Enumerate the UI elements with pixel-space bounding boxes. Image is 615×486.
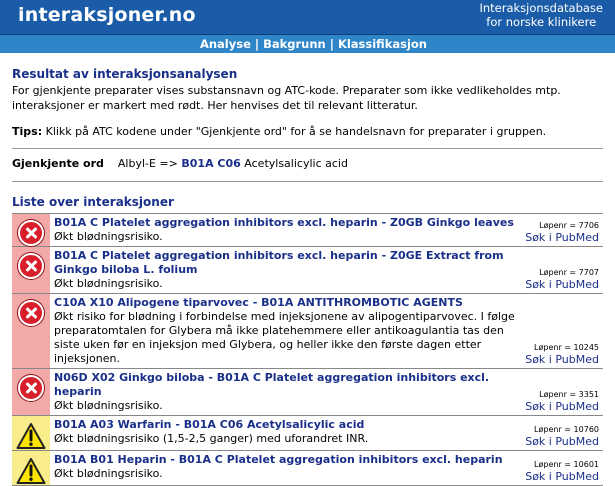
nav-separator: | xyxy=(254,37,260,51)
stop-x-icon xyxy=(18,220,44,246)
warning-icon xyxy=(16,423,46,449)
pubmed-link[interactable]: Søk i PubMed xyxy=(525,353,599,366)
lopenr: Løpenr = 3351 xyxy=(539,390,599,399)
interaction-body: B01A C Platelet aggregation inhibitors e… xyxy=(50,247,603,293)
interaction-meta: Løpenr = 10245 Søk i PubMed xyxy=(525,342,599,366)
pubmed-link[interactable]: Søk i PubMed xyxy=(525,470,599,483)
severity-cell xyxy=(12,416,50,450)
intro-text: For gjenkjente preparater vises substans… xyxy=(12,84,561,112)
recognized-label: Gjenkjente ord xyxy=(12,157,104,170)
interaction-row: B01A A03 Warfarin - B01A C06 Acetylsalic… xyxy=(12,416,603,451)
pubmed-link[interactable]: Søk i PubMed xyxy=(525,231,599,244)
interaction-meta: Løpenr = 3351 Søk i PubMed xyxy=(525,389,599,413)
warning-icon xyxy=(16,458,46,484)
interaction-body: B01A C Platelet aggregation inhibitors e… xyxy=(50,214,603,246)
lopenr: Løpenr = 7706 xyxy=(539,221,599,230)
tips-text: Klikk på ATC kodene under "Gjenkjente or… xyxy=(42,125,547,138)
severity-cell xyxy=(12,247,50,293)
pubmed-link[interactable]: Søk i PubMed xyxy=(525,278,599,291)
interaction-meta: Løpenr = 7707 Søk i PubMed xyxy=(525,267,599,291)
recognized-words: Gjenkjente ord Albyl-E => B01A C06 Acetyl… xyxy=(12,149,603,182)
interaction-meta: Løpenr = 10601 Søk i PubMed xyxy=(525,459,599,483)
tagline-line2: for norske klinikere xyxy=(486,14,597,29)
site-tagline: Interaksjonsdatabase for norske kliniker… xyxy=(479,1,603,29)
nav-analyse[interactable]: Analyse xyxy=(200,37,251,51)
nav-bakgrunn[interactable]: Bakgrunn xyxy=(263,37,326,51)
stop-x-icon xyxy=(18,375,44,401)
interaction-meta: Løpenr = 10760 Søk i PubMed xyxy=(525,424,599,448)
interaction-description: Økt blødningsrisiko. xyxy=(54,399,163,412)
interaction-row: C10A X10 Alipogene tiparvovec - B01A ANT… xyxy=(12,294,603,369)
interaction-meta: Løpenr = 7706 Søk i PubMed xyxy=(525,220,599,244)
interaction-body: C10A X10 Alipogene tiparvovec - B01A ANT… xyxy=(50,294,603,368)
lopenr: Løpenr = 7707 xyxy=(539,268,599,277)
interaction-description: Økt risiko for blødning i forbindelse me… xyxy=(54,310,515,365)
intro-section: Resultat av interaksjonsanalysen For gje… xyxy=(12,67,603,149)
lopenr: Løpenr = 10760 xyxy=(534,425,599,434)
pubmed-link[interactable]: Søk i PubMed xyxy=(525,435,599,448)
recognized-word: Albyl-E xyxy=(117,157,156,170)
lopenr: Løpenr = 10245 xyxy=(534,343,599,352)
nav-separator: | xyxy=(329,37,334,51)
interaction-body: B01A A03 Warfarin - B01A C06 Acetylsalic… xyxy=(50,416,603,450)
interaction-body: N06D X02 Ginkgo biloba - B01A C Platelet… xyxy=(50,369,603,415)
stop-x-icon xyxy=(18,300,44,326)
interaction-title: B01A A03 Warfarin - B01A C06 Acetylsalic… xyxy=(54,418,365,431)
severity-cell xyxy=(12,214,50,246)
interaction-description: Økt blødningsrisiko. xyxy=(54,467,163,480)
site-header: interaksjoner.no Interaksjonsdatabase fo… xyxy=(0,0,615,35)
interaction-title: B01A C Platelet aggregation inhibitors e… xyxy=(54,216,514,229)
interaction-row: N06D X02 Ginkgo biloba - B01A C Platelet… xyxy=(12,369,603,416)
interaction-title: N06D X02 Ginkgo biloba - B01A C Platelet… xyxy=(54,371,490,398)
interaction-title: C10A X10 Alipogene tiparvovec - B01A ANT… xyxy=(54,296,463,309)
interaction-list-title: Liste over interaksjoner xyxy=(12,195,174,209)
atc-code-link[interactable]: B01A C06 xyxy=(181,157,240,170)
interaction-row: B01A B01 Heparin - B01A C Platelet aggre… xyxy=(12,451,603,486)
interaction-description: Økt blødningsrisiko. xyxy=(54,277,163,290)
interaction-title: B01A B01 Heparin - B01A C Platelet aggre… xyxy=(54,453,503,466)
severity-cell xyxy=(12,294,50,368)
interaction-rows: B01A C Platelet aggregation inhibitors e… xyxy=(12,213,603,486)
interaction-row: B01A C Platelet aggregation inhibitors e… xyxy=(12,247,603,294)
interaction-body: B01A B01 Heparin - B01A C Platelet aggre… xyxy=(50,451,603,485)
tips-label: Tips: xyxy=(12,125,43,138)
interaction-description: Økt blødningsrisiko (1,5-2,5 ganger) med… xyxy=(54,432,369,445)
result-title: Resultat av interaksjonsanalysen xyxy=(12,67,238,81)
interaction-row: B01A C Platelet aggregation inhibitors e… xyxy=(12,214,603,247)
stop-x-icon xyxy=(18,253,44,279)
pubmed-link[interactable]: Søk i PubMed xyxy=(525,400,599,413)
interaction-description: Økt blødningsrisiko. xyxy=(54,230,163,243)
interaction-title: B01A C Platelet aggregation inhibitors e… xyxy=(54,249,504,276)
tagline-line1: Interaksjonsdatabase xyxy=(479,1,603,15)
nav-klassifikasjon[interactable]: Klassifikasjon xyxy=(338,37,427,51)
site-logo[interactable]: interaksjoner.no xyxy=(18,4,196,26)
main-nav: Analyse | Bakgrunn | Klassifikasjon xyxy=(0,35,615,53)
recognized-arrow: => xyxy=(155,157,182,170)
tips: Tips: Klikk på ATC kodene under "Gjenkje… xyxy=(12,124,603,149)
recognized-substance: Acetylsalicylic acid xyxy=(240,157,348,170)
severity-cell xyxy=(12,451,50,485)
severity-cell xyxy=(12,369,50,415)
interaction-list: Liste over interaksjoner B01A C Platelet… xyxy=(12,195,603,486)
main-content: Resultat av interaksjonsanalysen For gje… xyxy=(0,67,615,486)
